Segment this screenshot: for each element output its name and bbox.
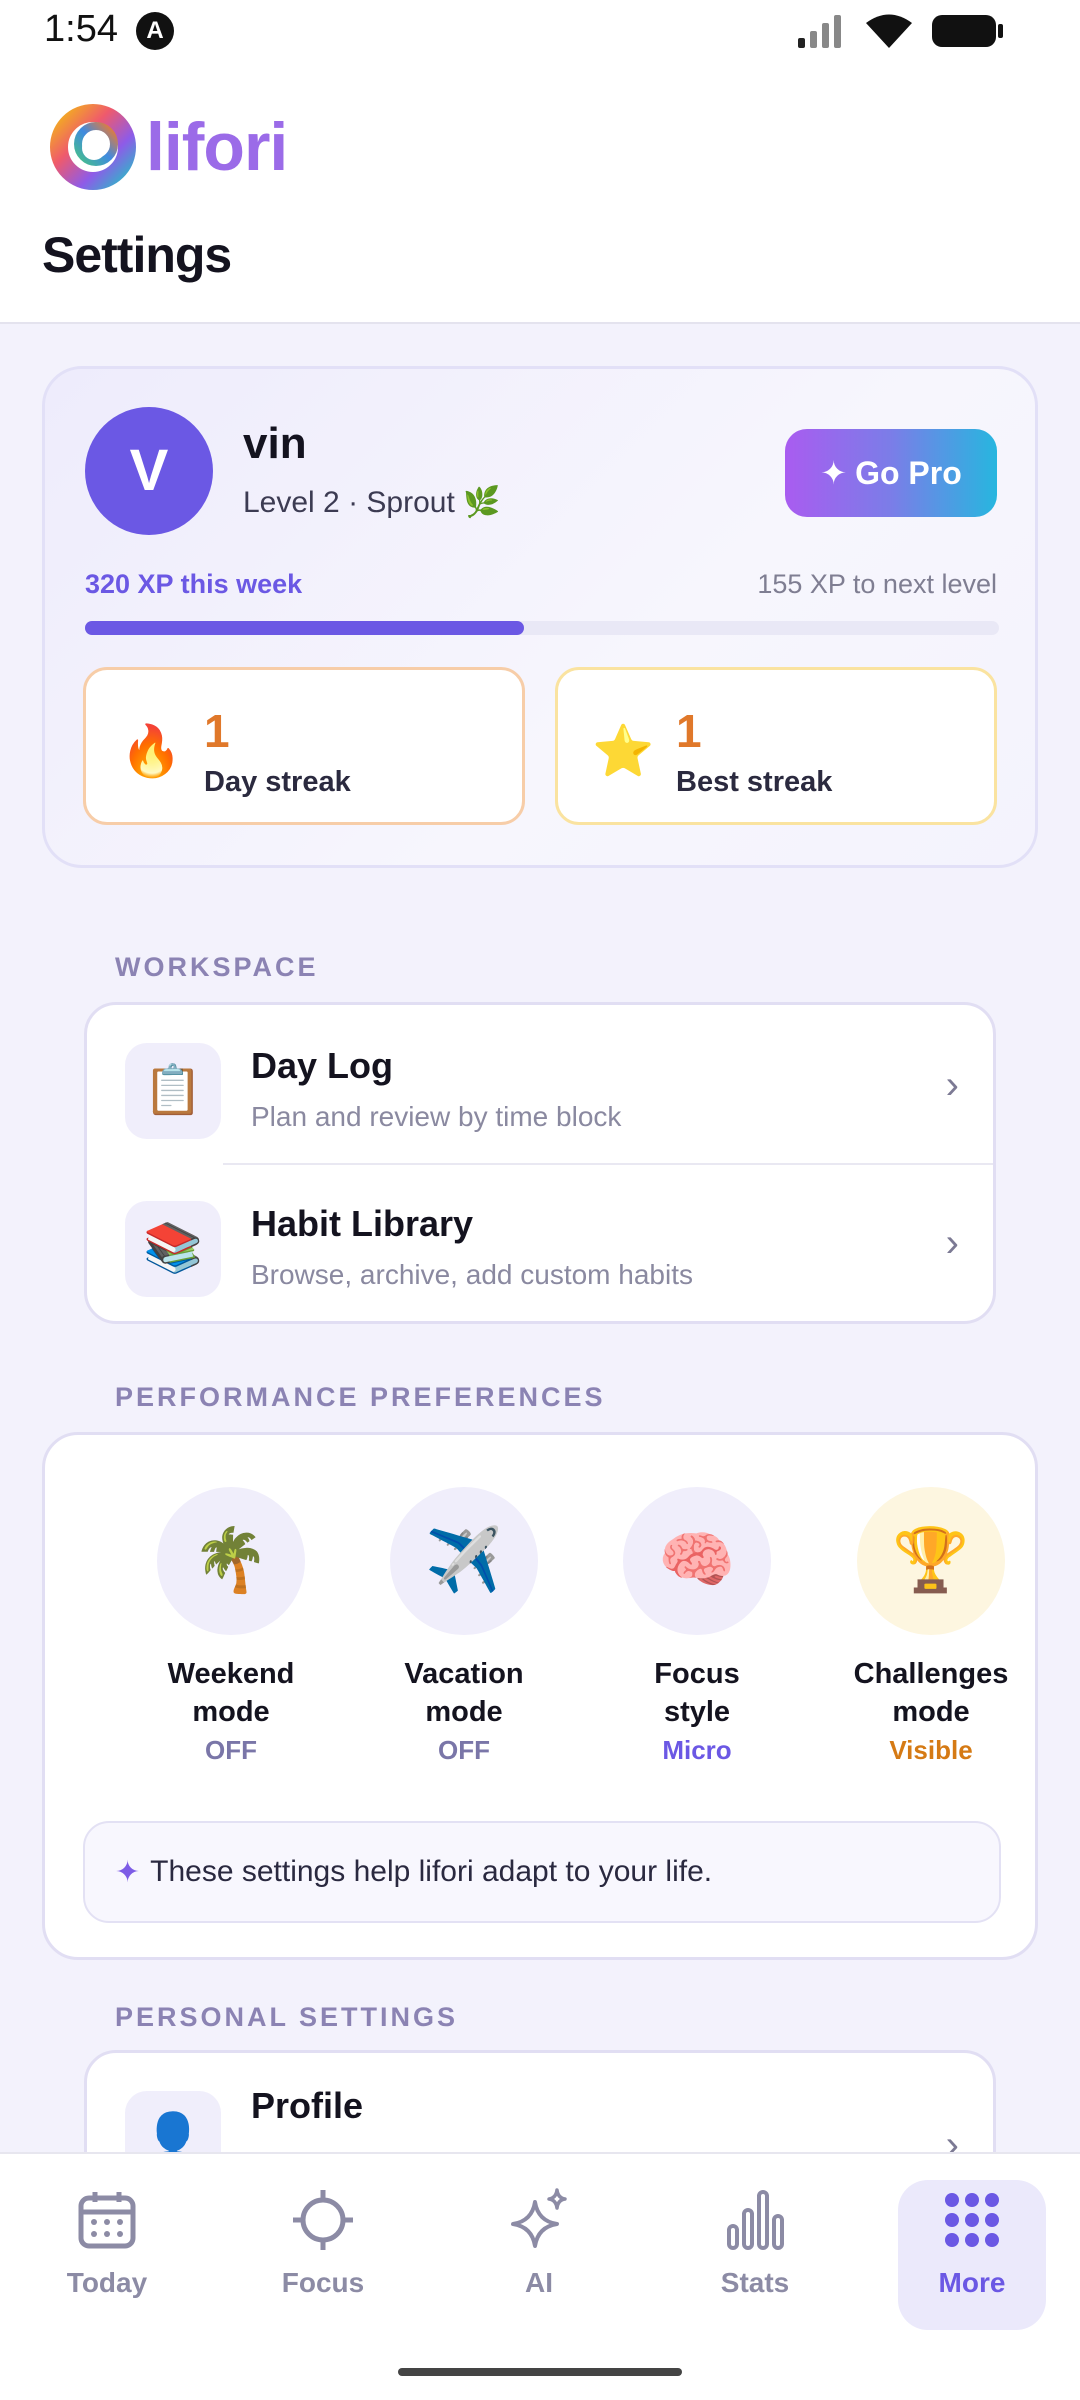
go-pro-button[interactable]: ✦ Go Pro: [785, 429, 997, 517]
pref-name: Weekend mode: [121, 1655, 341, 1731]
status-icons: [798, 14, 1004, 48]
notification-app-icon: A: [136, 12, 174, 50]
tab-label: Today: [66, 2267, 148, 2298]
pref-value: Visible: [889, 1735, 973, 1765]
list-item-subtitle: Plan and review by time block: [251, 1101, 622, 1132]
performance-preferences-card: 🌴 Weekend mode OFF ✈️ Vacation mode OFF …: [42, 1432, 1038, 1960]
star-icon: ⭐: [592, 723, 655, 779]
pref-value: OFF: [205, 1735, 257, 1765]
calendar-icon: [78, 2192, 136, 2249]
xp-progress-bar: [85, 621, 999, 635]
pref-name-line2: mode: [192, 1696, 270, 1728]
focus-style-selector[interactable]: 🧠 Focus style Micro: [587, 1487, 807, 1766]
xp-to-next-level: 155 XP to next level: [757, 569, 997, 599]
status-time: 1:54: [44, 8, 118, 50]
pref-name-line2: style: [663, 1696, 731, 1728]
workspace-list: 📋 Day Log Plan and review by time block …: [84, 1002, 996, 1324]
xp-progress-fill: [85, 621, 524, 635]
signal-icon: [798, 15, 841, 48]
tab-label: Stats: [720, 2267, 790, 2298]
pref-name-line1: Focus: [654, 1658, 740, 1690]
user-level: Level 2 · Sprout 🌿: [243, 486, 501, 519]
day-streak-card[interactable]: 🔥 1 Day streak: [83, 667, 525, 825]
wifi-icon: [866, 14, 912, 48]
status-bar: 1:54 A: [0, 0, 1080, 62]
bottom-tab-bar: Today Focus AI Stats More: [0, 2152, 1080, 2400]
preferences-note-text: These settings help lifori adapt to your…: [150, 1855, 713, 1888]
best-streak-card[interactable]: ⭐ 1 Best streak: [555, 667, 997, 825]
performance-section-label: PERFORMANCE PREFERENCES: [115, 1382, 606, 1412]
page-title: Settings: [42, 227, 232, 283]
tab-stats[interactable]: Stats: [680, 2180, 830, 2330]
chevron-right-icon: ›: [945, 1063, 959, 1107]
xp-this-week: 320 XP this week: [85, 569, 303, 599]
tab-today[interactable]: Today: [32, 2180, 182, 2330]
tab-label: Focus: [281, 2267, 365, 2298]
pref-name: Vacation mode: [354, 1655, 574, 1731]
pref-name-line2: mode: [892, 1696, 970, 1728]
sparkle-icon: ✦: [115, 1855, 141, 1889]
workspace-section-label: WORKSPACE: [115, 952, 319, 982]
books-icon: 📚: [125, 1201, 221, 1297]
list-item-day-log[interactable]: 📋 Day Log Plan and review by time block …: [87, 1005, 993, 1163]
profile-card: V vin Level 2 · Sprout 🌿 ✦ Go Pro 320 XP…: [42, 366, 1038, 868]
tab-more[interactable]: More: [898, 2180, 1046, 2330]
pref-name-line1: Vacation: [404, 1658, 524, 1690]
pref-name-line2: mode: [425, 1696, 503, 1728]
vacation-mode-toggle[interactable]: ✈️ Vacation mode OFF: [354, 1487, 574, 1766]
grid-dots-icon: [945, 2193, 999, 2247]
go-pro-label: Go Pro: [855, 454, 962, 491]
pref-value: OFF: [438, 1735, 490, 1765]
challenges-mode-toggle[interactable]: 🏆 Challenges mode Visible: [821, 1487, 1041, 1766]
trophy-icon: 🏆: [857, 1487, 1005, 1635]
sparkle-icon: ✦: [820, 455, 848, 491]
list-item-title: Profile: [251, 2085, 364, 2126]
lifori-logo-icon: [50, 104, 136, 190]
pref-value: Micro: [662, 1735, 732, 1765]
tab-label: More: [938, 2267, 1006, 2298]
airplane-icon: ✈️: [390, 1487, 538, 1635]
list-item-subtitle: Browse, archive, add custom habits: [251, 1259, 693, 1290]
weekend-mode-toggle[interactable]: 🌴 Weekend mode OFF: [121, 1487, 341, 1766]
pref-name: Challenges mode: [821, 1655, 1041, 1731]
chevron-right-icon: ›: [945, 1221, 959, 1265]
palm-tree-icon: 🌴: [157, 1487, 305, 1635]
fire-icon: 🔥: [120, 723, 183, 779]
list-item-title: Day Log: [251, 1045, 394, 1086]
clipboard-icon: 📋: [125, 1043, 221, 1139]
sparkles-icon: [511, 2188, 567, 2248]
tab-focus[interactable]: Focus: [248, 2180, 398, 2330]
pref-name-line1: Weekend: [167, 1658, 295, 1690]
pref-name: Focus style: [587, 1655, 807, 1731]
brain-icon: 🧠: [623, 1487, 771, 1635]
tab-label: AI: [525, 2267, 553, 2298]
pref-name-line1: Challenges: [853, 1658, 1009, 1690]
preferences-note: ✦ These settings help lifori adapt to yo…: [83, 1821, 1001, 1923]
personal-section-label: PERSONAL SETTINGS: [115, 2002, 459, 2032]
best-streak-value: 1: [676, 705, 702, 757]
user-name: vin: [243, 419, 307, 468]
tab-ai[interactable]: AI: [464, 2180, 614, 2330]
bar-chart-icon: [727, 2190, 784, 2250]
list-item-title: Habit Library: [251, 1203, 474, 1244]
list-item-habit-library[interactable]: 📚 Habit Library Browse, archive, add cus…: [87, 1163, 993, 1321]
target-icon: [293, 2190, 353, 2250]
best-streak-label: Best streak: [676, 766, 833, 798]
home-indicator[interactable]: [398, 2368, 682, 2376]
battery-icon: [932, 15, 1003, 47]
logo-wordmark: lifori: [146, 109, 288, 185]
day-streak-label: Day streak: [204, 766, 351, 798]
avatar[interactable]: V: [85, 407, 213, 535]
day-streak-value: 1: [204, 705, 230, 757]
app-header: lifori Settings: [0, 62, 1080, 324]
